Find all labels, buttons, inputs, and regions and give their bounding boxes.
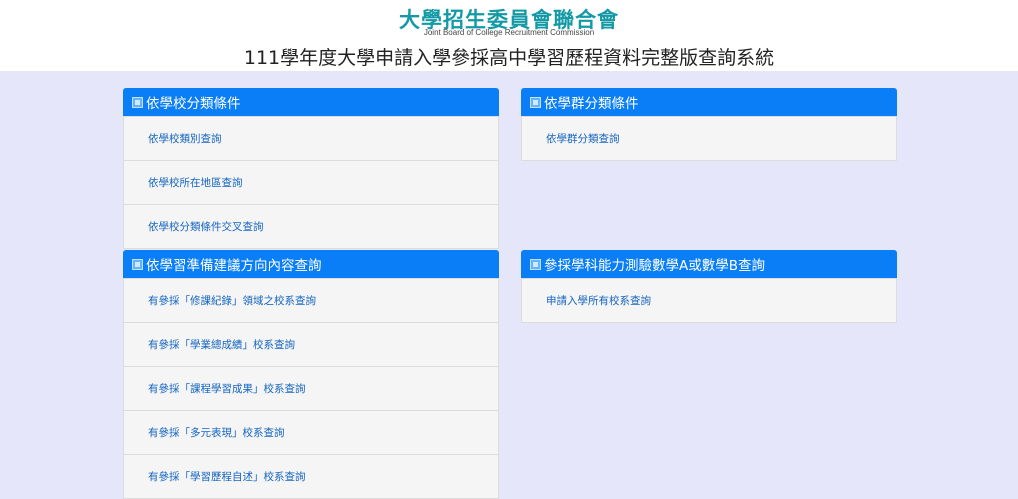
panel-learning-preparation: 依學習準備建議方向內容查詢 有參採「修課紀錄」領域之校系查詢 有參採「學業總成績… <box>123 250 499 499</box>
link-self-statement-query[interactable]: 有參採「學習歷程自述」校系查詢 <box>123 455 499 499</box>
grid-icon <box>132 258 143 270</box>
page-title: 111學年度大學申請入學參採高中學習歷程資料完整版查詢系統 <box>243 47 775 69</box>
link-course-record-query[interactable]: 有參採「修課紀錄」領域之校系查詢 <box>123 278 499 323</box>
panel-header-learning-preparation: 依學習準備建議方向內容查詢 <box>123 250 499 278</box>
panel-title: 依學習準備建議方向內容查詢 <box>146 258 322 274</box>
org-logo-english-name: Joint Board of College Recruitment Commi… <box>423 28 595 37</box>
grid-icon <box>132 96 143 108</box>
grid-icon <box>530 258 541 270</box>
panel-title: 依學群分類條件 <box>544 96 639 112</box>
panel-school-category: 依學校分類條件 依學校類別查詢 依學校所在地區查詢 依學校分類條件交叉查詢 <box>123 88 499 249</box>
grid-icon <box>530 96 541 108</box>
link-course-outcome-query[interactable]: 有參採「課程學習成果」校系查詢 <box>123 367 499 411</box>
panel-header-group-category: 依學群分類條件 <box>521 88 897 116</box>
link-group-category-query[interactable]: 依學群分類查詢 <box>521 116 897 161</box>
link-diverse-performance-query[interactable]: 有參採「多元表現」校系查詢 <box>123 411 499 455</box>
panel-title: 參採學科能力測驗數學A或數學B查詢 <box>544 258 765 274</box>
link-school-cross-query[interactable]: 依學校分類條件交叉查詢 <box>123 205 499 249</box>
panel-title: 依學校分類條件 <box>146 96 241 112</box>
link-all-departments-query[interactable]: 申請入學所有校系查詢 <box>521 278 897 323</box>
panel-group-category: 依學群分類條件 依學群分類查詢 <box>521 88 897 161</box>
link-academic-score-query[interactable]: 有參採「學業總成績」校系查詢 <box>123 323 499 367</box>
site-header: 大學招生委員會聯合會 Joint Board of College Recrui… <box>0 0 1018 71</box>
link-school-region-query[interactable]: 依學校所在地區查詢 <box>123 161 499 205</box>
link-school-type-query[interactable]: 依學校類別查詢 <box>123 116 499 161</box>
panel-header-school-category: 依學校分類條件 <box>123 88 499 116</box>
panel-header-math-test: 參採學科能力測驗數學A或數學B查詢 <box>521 250 897 278</box>
panel-math-test: 參採學科能力測驗數學A或數學B查詢 申請入學所有校系查詢 <box>521 250 897 323</box>
